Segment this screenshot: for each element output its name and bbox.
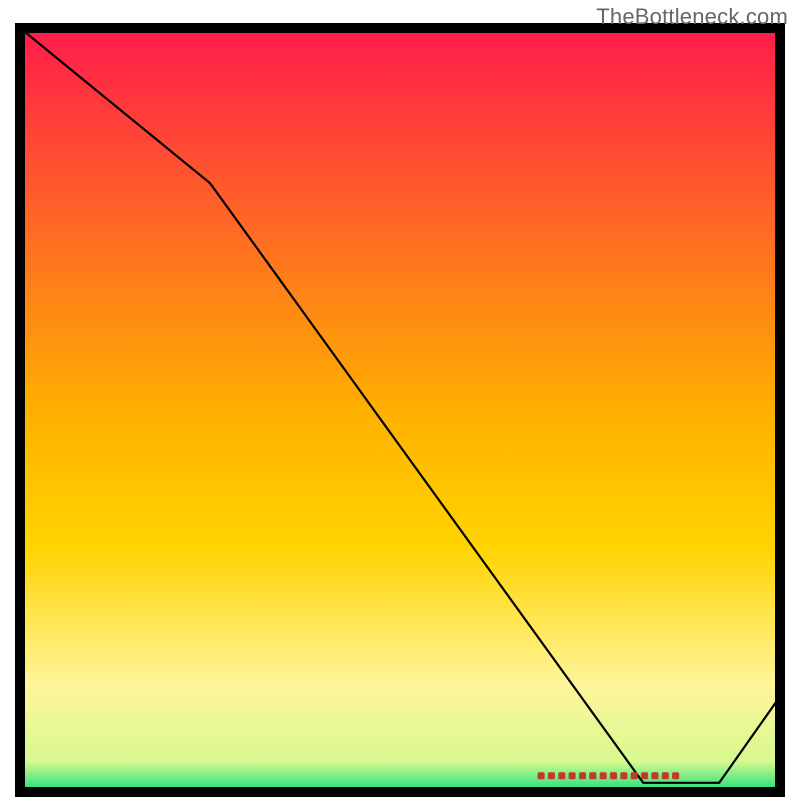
marker-tick (610, 772, 617, 779)
marker-tick (579, 772, 586, 779)
chart-svg (0, 0, 800, 800)
watermark-text: TheBottleneck.com (596, 4, 788, 30)
marker-tick (662, 772, 669, 779)
chart-stage: TheBottleneck.com (0, 0, 800, 800)
marker-tick (569, 772, 576, 779)
marker-tick (558, 772, 565, 779)
plot-background (20, 28, 780, 792)
marker-tick (672, 772, 679, 779)
marker-tick (589, 772, 596, 779)
marker-tick (620, 772, 627, 779)
marker-tick (548, 772, 555, 779)
marker-tick (538, 772, 545, 779)
marker-tick (600, 772, 607, 779)
marker-tick (641, 772, 648, 779)
marker-tick (651, 772, 658, 779)
marker-tick (631, 772, 638, 779)
